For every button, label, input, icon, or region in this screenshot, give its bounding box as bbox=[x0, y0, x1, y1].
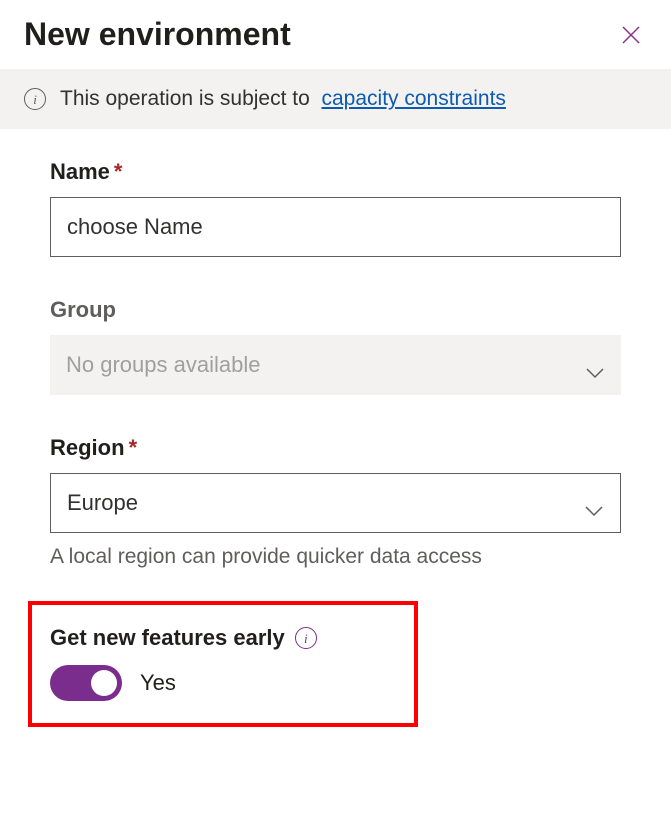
name-label: Name* bbox=[50, 159, 621, 185]
features-label-row: Get new features early bbox=[50, 625, 396, 651]
chevron-down-icon bbox=[584, 497, 604, 509]
required-indicator: * bbox=[114, 159, 123, 184]
group-label: Group bbox=[50, 297, 621, 323]
name-field: Name* bbox=[50, 159, 621, 257]
required-indicator: * bbox=[129, 435, 138, 460]
features-toggle[interactable] bbox=[50, 665, 122, 701]
info-icon bbox=[24, 88, 46, 110]
region-select[interactable]: Europe bbox=[50, 473, 621, 533]
region-label-text: Region bbox=[50, 435, 125, 460]
name-input[interactable] bbox=[50, 197, 621, 257]
region-label: Region* bbox=[50, 435, 621, 461]
name-label-text: Name bbox=[50, 159, 110, 184]
panel-title: New environment bbox=[24, 16, 291, 53]
region-field: Region* Europe A local region can provid… bbox=[50, 435, 621, 569]
group-placeholder: No groups available bbox=[66, 352, 260, 378]
group-select: No groups available bbox=[50, 335, 621, 395]
info-banner: This operation is subject to capacity co… bbox=[0, 69, 671, 129]
group-field: Group No groups available bbox=[50, 297, 621, 395]
environment-form: Name* Group No groups available Region* … bbox=[0, 129, 671, 751]
region-help-text: A local region can provide quicker data … bbox=[50, 545, 621, 569]
banner-text-static: This operation is subject to bbox=[60, 87, 310, 110]
capacity-constraints-link[interactable]: capacity constraints bbox=[321, 87, 505, 110]
features-highlight: Get new features early Yes bbox=[28, 601, 418, 727]
toggle-thumb bbox=[91, 670, 117, 696]
panel-header: New environment bbox=[0, 0, 671, 69]
features-toggle-label: Yes bbox=[140, 670, 176, 696]
chevron-down-icon bbox=[585, 359, 605, 371]
region-value: Europe bbox=[67, 490, 138, 516]
features-label: Get new features early bbox=[50, 625, 285, 651]
close-icon bbox=[619, 23, 643, 47]
banner-text: This operation is subject to capacity co… bbox=[60, 87, 506, 111]
features-toggle-row: Yes bbox=[50, 665, 396, 701]
info-icon[interactable] bbox=[295, 627, 317, 649]
close-button[interactable] bbox=[615, 19, 647, 51]
